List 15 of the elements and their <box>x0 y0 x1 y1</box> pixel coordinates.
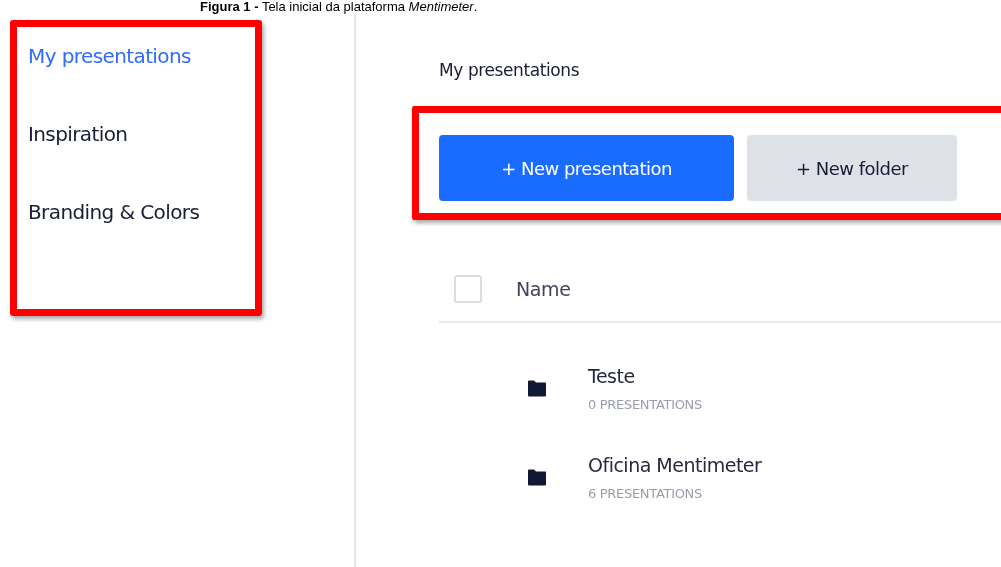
folder-name[interactable]: Oficina Mentimeter <box>588 454 762 476</box>
new-folder-button[interactable]: + New folder <box>747 135 957 201</box>
folder-name[interactable]: Teste <box>588 365 702 387</box>
figure-caption: Figura 1 - Tela inicial da plataforma Mentimeter. <box>199 0 479 14</box>
sidebar-item[interactable]: Branding & Colors <box>28 195 200 229</box>
presentation-count: 0 PRESENTATIONS <box>588 397 702 412</box>
page-heading: My presentations <box>439 60 581 80</box>
presentation-count: 6 PRESENTATIONS <box>588 486 703 501</box>
select-all-checkbox[interactable] <box>454 275 482 303</box>
folder-icon <box>527 380 547 397</box>
folder-icon <box>527 469 547 486</box>
column-header[interactable]: Name <box>516 278 571 300</box>
new-presentation-button[interactable]: + New presentation <box>439 135 734 201</box>
sidebar-item[interactable]: Inspiration <box>28 117 128 151</box>
sidebar-item[interactable]: My presentations <box>28 39 191 73</box>
